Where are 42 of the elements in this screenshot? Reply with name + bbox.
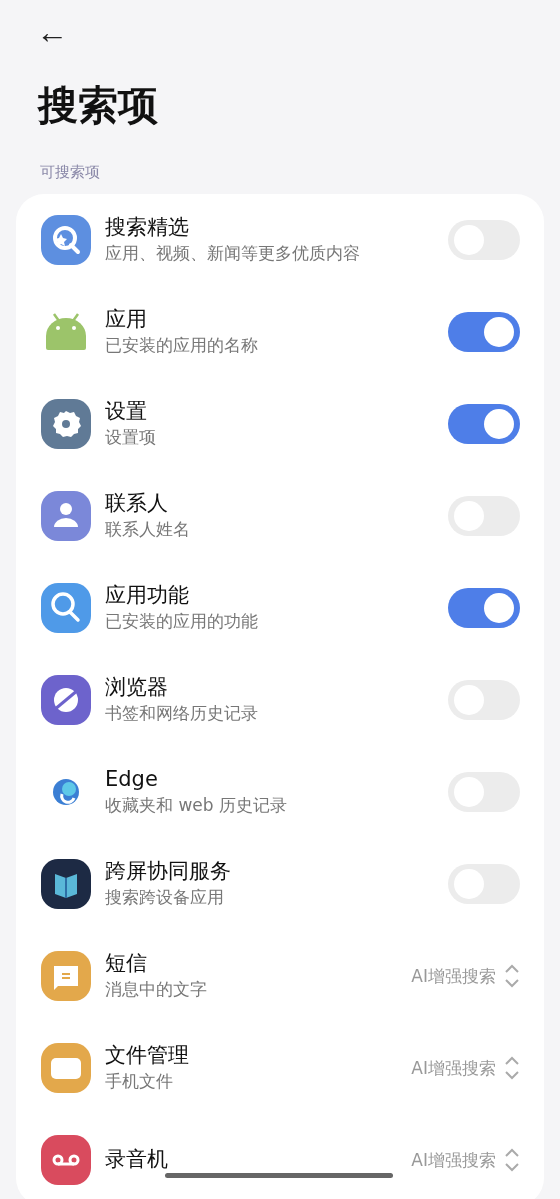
home-indicator[interactable] bbox=[165, 1173, 393, 1178]
item-subtitle: 书签和网络历史记录 bbox=[105, 701, 258, 725]
toggle-switch[interactable] bbox=[448, 312, 520, 352]
item-title: 应用 bbox=[105, 306, 147, 334]
search-icon bbox=[40, 582, 92, 634]
map-icon bbox=[40, 858, 92, 910]
item-subtitle: 已安装的应用的功能 bbox=[105, 609, 258, 633]
item-title: 搜索精选 bbox=[105, 214, 189, 242]
tape-icon bbox=[40, 1134, 92, 1186]
item-title: 录音机 bbox=[105, 1146, 168, 1174]
up-down-icon bbox=[504, 1147, 520, 1173]
item-subtitle: 收藏夹和 web 历史记录 bbox=[105, 793, 287, 817]
back-button[interactable]: ← bbox=[36, 16, 68, 48]
up-down-icon bbox=[504, 963, 520, 989]
item-title: 跨屏协同服务 bbox=[105, 858, 231, 886]
item-subtitle: 消息中的文字 bbox=[105, 977, 207, 1001]
item-title: 短信 bbox=[105, 950, 147, 978]
page-title: 搜索项 bbox=[38, 81, 159, 130]
item-title: Edge bbox=[105, 766, 158, 794]
item-title: 文件管理 bbox=[105, 1042, 189, 1070]
gear-icon bbox=[40, 398, 92, 450]
section-label: 可搜索项 bbox=[40, 163, 101, 182]
item-subtitle: 已安装的应用的名称 bbox=[105, 333, 258, 357]
item-title: 设置 bbox=[105, 398, 147, 426]
item-title: 应用功能 bbox=[105, 582, 189, 610]
item-title: 联系人 bbox=[105, 490, 168, 518]
toggle-switch[interactable] bbox=[448, 588, 520, 628]
item-subtitle: 设置项 bbox=[105, 425, 156, 449]
item-title: 浏览器 bbox=[105, 674, 168, 702]
up-down-icon bbox=[504, 1055, 520, 1081]
item-subtitle: 手机文件 bbox=[105, 1069, 173, 1093]
person-icon bbox=[40, 490, 92, 542]
folder-icon bbox=[40, 1042, 92, 1094]
item-subtitle: 应用、视频、新闻等更多优质内容 bbox=[105, 241, 360, 265]
planet-icon bbox=[40, 674, 92, 726]
item-subtitle: 搜索跨设备应用 bbox=[105, 885, 224, 909]
toggle-switch[interactable] bbox=[448, 404, 520, 444]
item-subtitle: 联系人姓名 bbox=[105, 517, 190, 541]
mode-dropdown[interactable]: AI增强搜索 bbox=[411, 964, 496, 988]
mode-dropdown[interactable]: AI增强搜索 bbox=[411, 1056, 496, 1080]
mode-dropdown[interactable]: AI增强搜索 bbox=[411, 1148, 496, 1172]
message-icon bbox=[40, 950, 92, 1002]
